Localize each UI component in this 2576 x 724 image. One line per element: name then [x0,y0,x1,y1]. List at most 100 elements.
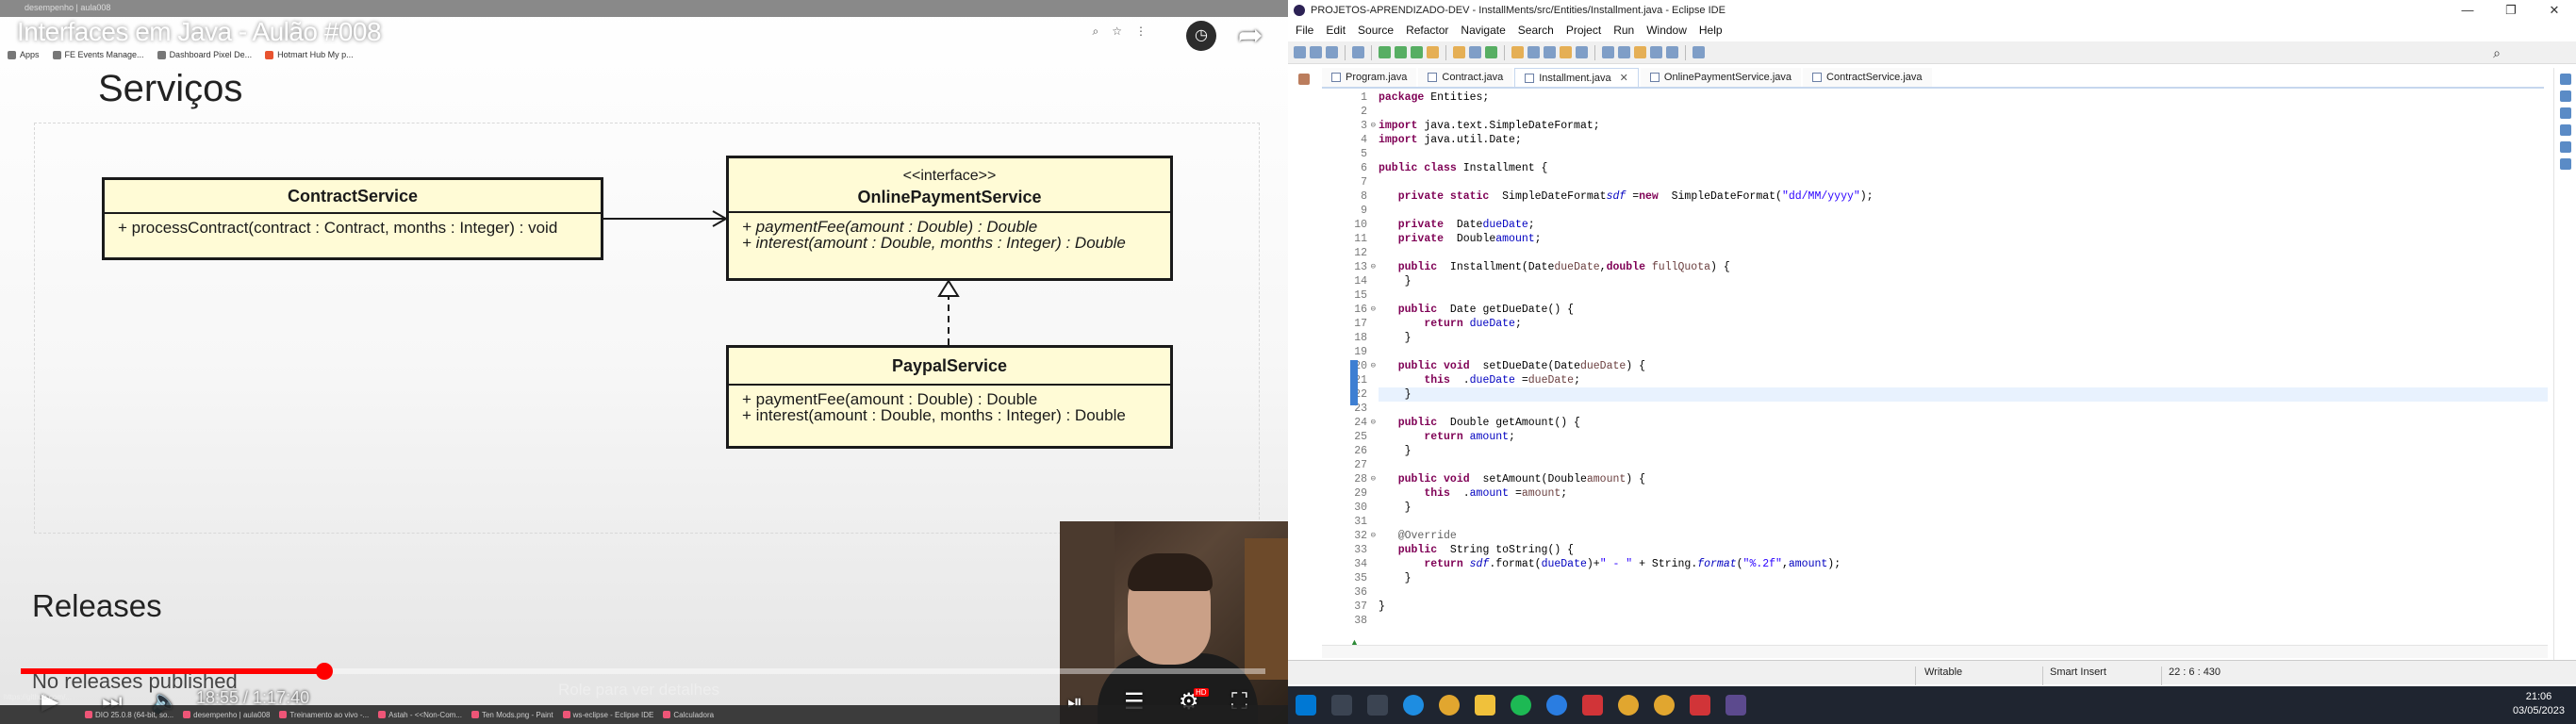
share-button[interactable]: ➦ [1231,19,1269,51]
fold-toggle-icon[interactable]: ⊖ [1371,529,1376,543]
code-line[interactable]: public Double getAmount() { [1379,416,2548,430]
last-edit-icon[interactable] [1634,46,1646,58]
package-explorer-icon[interactable] [1298,74,1310,85]
code-line[interactable]: import java.text.SimpleDateFormat; [1379,119,2548,133]
chrome-icon[interactable] [1439,695,1460,716]
task-view-icon[interactable] [1367,695,1388,716]
menu-run[interactable]: Run [1613,24,1634,37]
youtube-player[interactable]: desempenho | aula008 Apps FE Events Mana… [0,0,1288,724]
menu-project[interactable]: Project [1566,24,1601,37]
taskbar-item[interactable]: DIO 25.0.8 (64-bit, so... [85,711,173,719]
code-line[interactable] [1379,458,2548,472]
tab-program-java[interactable]: Program.java [1322,68,1417,87]
pin-editor-icon[interactable] [1693,46,1705,58]
save-all-icon[interactable] [1326,46,1338,58]
code-line[interactable]: public Installment(DatedueDate,double fu… [1379,260,2548,274]
new-class-icon[interactable] [1485,46,1497,58]
chrome-icon[interactable] [1618,695,1639,716]
code-line[interactable]: import java.util.Date; [1379,133,2548,147]
taskbar-item[interactable]: Astah - <<Non-Com... [378,711,462,719]
code-line[interactable]: } [1379,444,2548,458]
new-icon[interactable] [1294,46,1306,58]
toggle-mark-icon[interactable] [1544,46,1556,58]
code-line[interactable]: } [1379,387,2548,402]
bookmark-apps[interactable]: Apps [8,50,40,59]
console-icon[interactable] [2560,158,2571,170]
file-explorer-icon[interactable] [1475,695,1495,716]
next-annotation-icon[interactable] [1602,46,1614,58]
print-icon[interactable] [1352,46,1364,58]
new-package-icon[interactable] [1469,46,1481,58]
code-line[interactable] [1379,204,2548,218]
video-title[interactable]: Interfaces em Java - Aulão #008 [17,17,382,47]
external-tools-icon[interactable] [1427,46,1439,58]
spotify-icon[interactable] [1511,695,1531,716]
search-icon[interactable] [1331,695,1352,716]
problems-icon[interactable] [2560,107,2571,119]
teams-icon[interactable] [1546,695,1567,716]
code-line[interactable] [1379,175,2548,189]
task-list-icon[interactable] [2560,90,2571,102]
progress-scrubber[interactable] [316,663,333,680]
tab-installment-java[interactable]: Installment.java ✕ [1514,68,1639,87]
code-line[interactable]: } [1379,274,2548,288]
declaration-icon[interactable] [2560,141,2571,153]
tab-onlinepaymentservice-java[interactable]: OnlinePaymentService.java [1640,68,1802,87]
close-tab-icon[interactable]: ✕ [1620,72,1628,84]
forward-icon[interactable] [1666,46,1678,58]
code-line[interactable] [1379,246,2548,260]
back-icon[interactable] [1650,46,1662,58]
code-line[interactable] [1379,288,2548,303]
debug-icon[interactable] [1379,46,1391,58]
anydesk-icon[interactable] [1582,695,1603,716]
code-line[interactable]: this .amount =amount; [1379,486,2548,501]
code-line[interactable]: } [1379,331,2548,345]
menu-window[interactable]: Window [1646,24,1687,37]
search-icon[interactable]: ⌕ [2493,45,2501,61]
code-line[interactable]: return dueDate; [1379,317,2548,331]
tab-contract-java[interactable]: Contract.java [1418,68,1513,87]
taskbar-item[interactable]: desempenho | aula008 [183,711,270,719]
code-line[interactable]: } [1379,600,2548,614]
code-line[interactable]: public Date getDueDate() { [1379,303,2548,317]
fold-toggle-icon[interactable]: ⊖ [1371,359,1376,373]
fold-toggle-icon[interactable]: ⊖ [1371,303,1376,317]
tab-contractservice-java[interactable]: ContractService.java [1803,68,1932,87]
menu-source[interactable]: Source [1358,24,1394,37]
search-icon[interactable]: ⌕ [1093,25,1099,39]
code-line[interactable]: public class Installment { [1379,161,2548,175]
code-line[interactable] [1379,402,2548,416]
menu-icon[interactable]: ⋮ [1135,25,1147,39]
menu-file[interactable]: File [1296,24,1313,37]
bookmark-dashboard[interactable]: Dashboard Pixel De... [157,50,252,59]
chrome-icon[interactable] [1654,695,1675,716]
open-type-icon[interactable] [1511,46,1524,58]
browser-tab-title[interactable]: desempenho | aula008 [25,3,110,12]
code-line[interactable]: private DatedueDate; [1379,218,2548,232]
scroll-for-details-hint[interactable]: Role para ver detalhes [558,681,719,699]
code-line[interactable]: public void setAmount(Doubleamount) { [1379,472,2548,486]
run-icon[interactable] [1395,46,1407,58]
previous-annotation-icon[interactable] [1618,46,1630,58]
menu-edit[interactable]: Edit [1326,24,1346,37]
code-line[interactable]: private static SimpleDateFormatsdf =new … [1379,189,2548,204]
search-toolbar-icon[interactable] [1527,46,1540,58]
code-line[interactable] [1379,147,2548,161]
fold-toggle-icon[interactable]: ⊖ [1371,119,1376,133]
code-line[interactable]: } [1379,571,2548,585]
code-line[interactable]: return sdf.format(dueDate)+" - " + Strin… [1379,557,2548,571]
taskbar-item[interactable]: Treinamento ao vivo -... [279,711,369,719]
minimize-icon[interactable]: — [2446,0,2489,21]
code-line[interactable] [1379,515,2548,529]
code-text[interactable]: package Entities; import java.text.Simple… [1379,90,2548,628]
restore-icon[interactable]: ❐ [2489,0,2533,21]
star-icon[interactable]: ☆ [1112,25,1122,39]
show-whitespace-icon[interactable] [1576,46,1588,58]
eclipse-taskbar-icon[interactable] [1726,695,1746,716]
taskbar-item[interactable]: Calculadora [663,711,714,719]
system-clock[interactable]: 21:06 03/05/2023 [2513,690,2565,718]
code-line[interactable]: package Entities; [1379,90,2548,105]
menu-help[interactable]: Help [1699,24,1723,37]
menu-navigate[interactable]: Navigate [1461,24,1505,37]
windows-start-icon[interactable] [1296,695,1316,716]
